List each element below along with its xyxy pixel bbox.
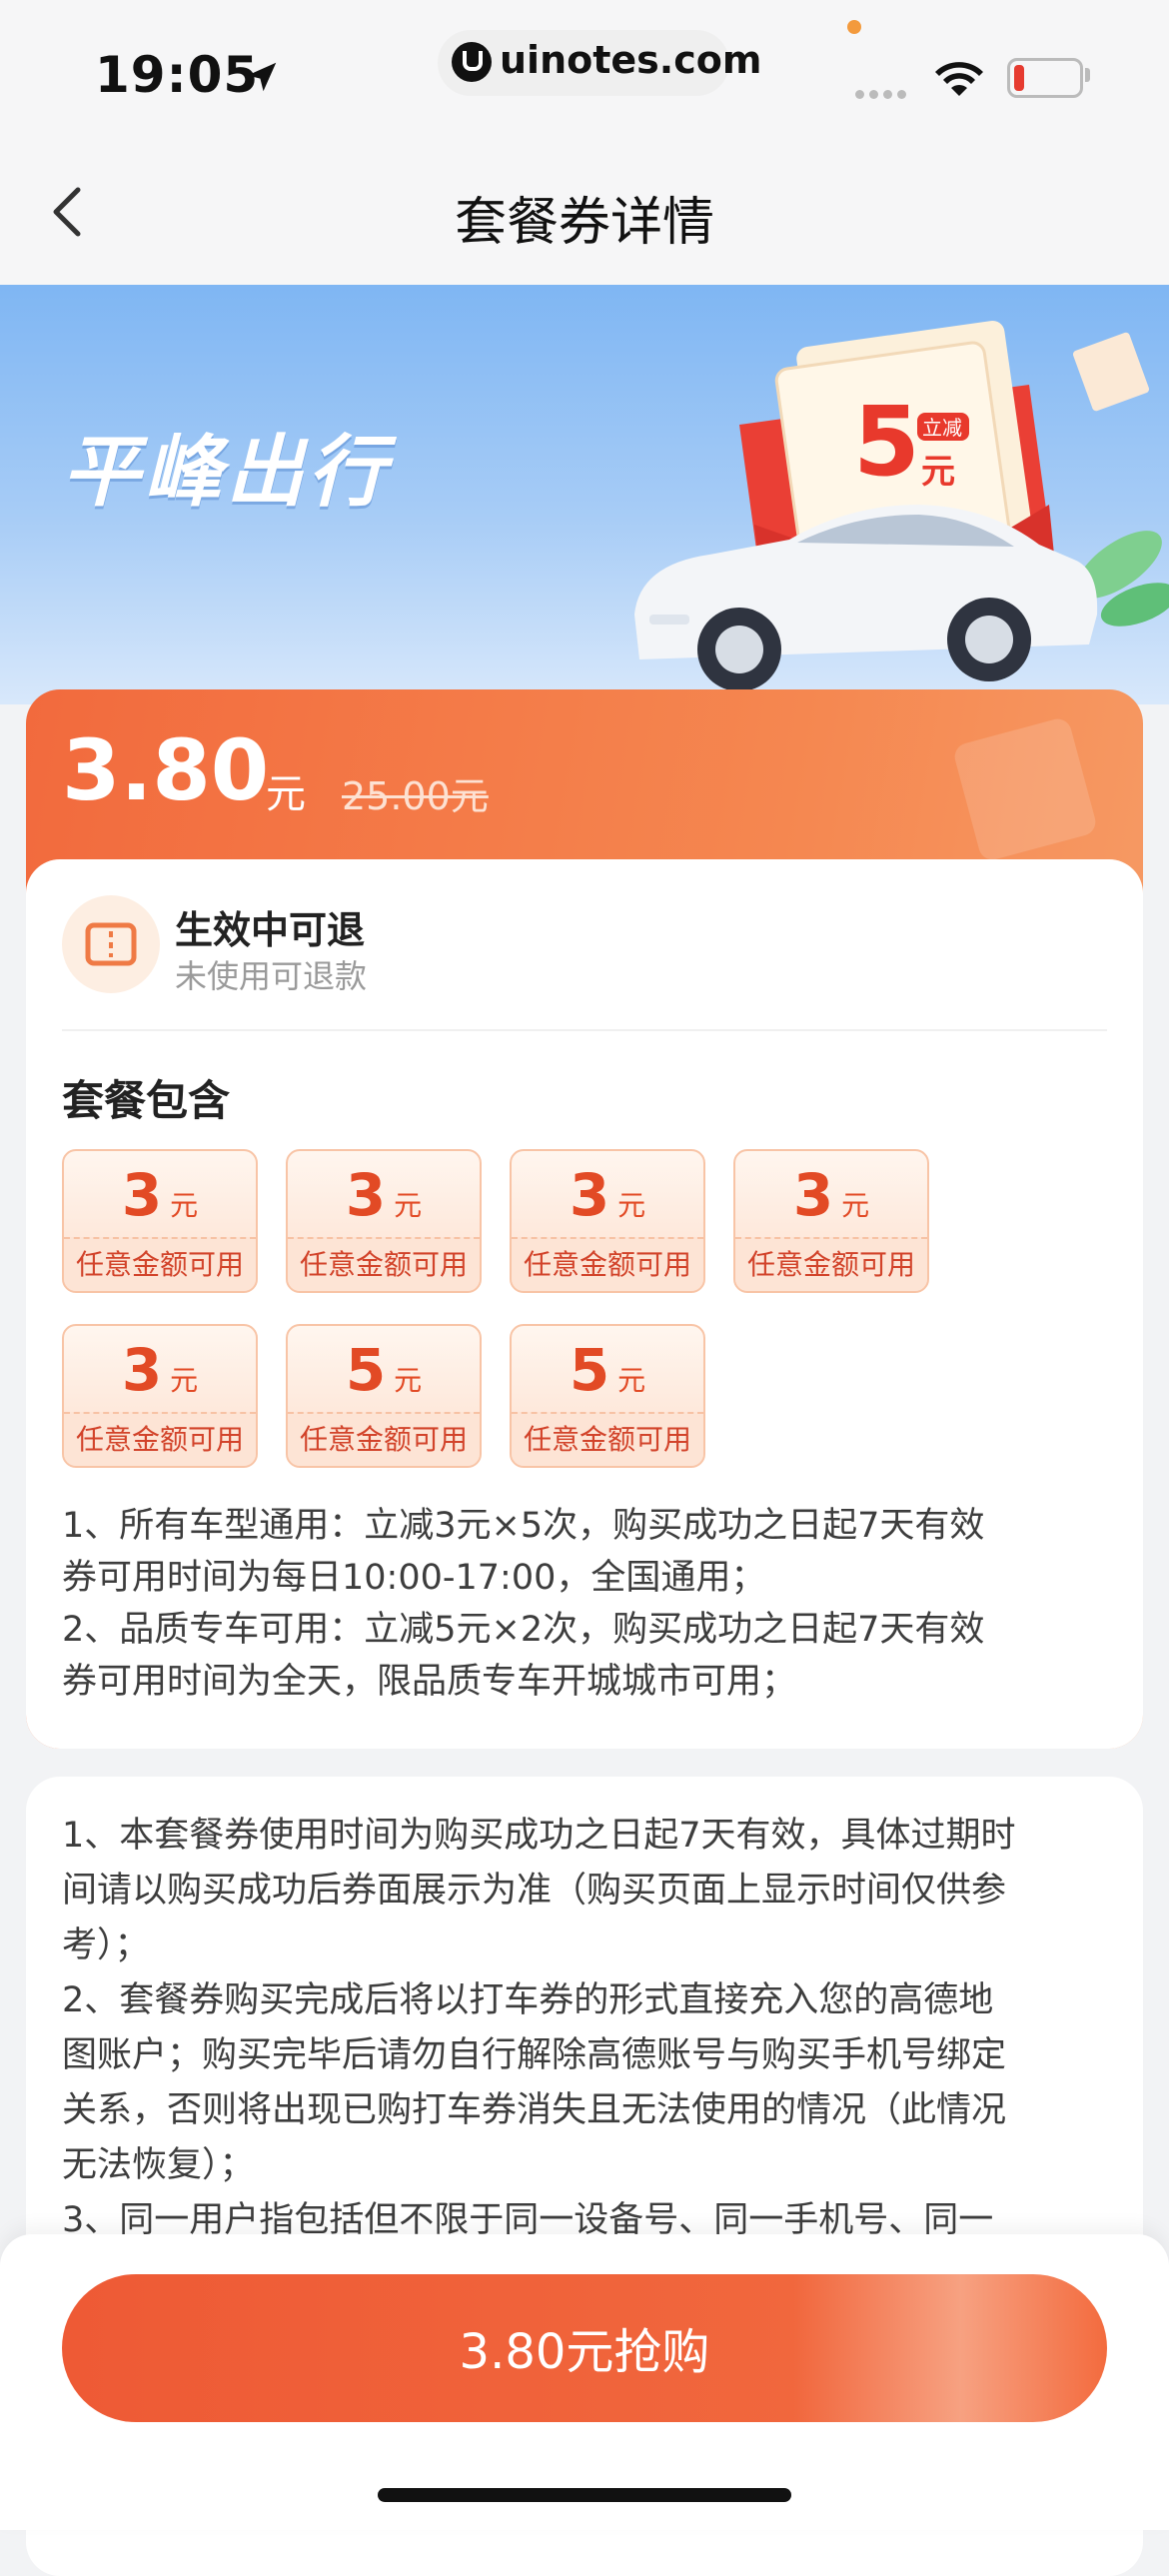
coupon-amount: 3 [792,1161,834,1229]
coupon-unit: 元 [170,1189,199,1222]
coupon-condition: 任意金额可用 [64,1412,256,1466]
battery-tip [1085,68,1090,82]
package-rule-line: 1、所有车型通用：立减3元×5次，购买成功之日起7天有效 [62,1506,985,1546]
current-price-unit: 元 [266,771,306,817]
usage-note-line: 间请以购买成功后券面展示为准（购买页面上显示时间仅供参 [62,1871,1007,1911]
coupon-amount: 5 [345,1336,387,1404]
nav-bar: 套餐券详情 [0,140,1169,285]
package-rule-line: 2、品质专车可用：立减5元×2次，购买成功之日起7天有效 [62,1610,985,1650]
original-price: 25.00元 [342,774,489,818]
red-envelope-car-illustration: 5 立减 元 [634,321,1169,691]
banner-title: 平峰出行 [62,428,391,518]
coupon-condition: 任意金额可用 [64,1237,256,1291]
coupon-tile[interactable]: 3元 任意金额可用 [510,1149,705,1293]
coupon-condition: 任意金额可用 [512,1237,703,1291]
coupon-tile[interactable]: 5元 任意金额可用 [510,1324,705,1468]
wifi-icon [935,62,983,96]
package-section-title: 套餐包含 [62,1076,231,1125]
site-logo-icon [452,42,492,82]
coupon-condition: 任意金额可用 [288,1237,480,1291]
privacy-indicator-dot [847,20,861,34]
coupon-condition: 任意金额可用 [735,1237,927,1291]
coupon-unit: 元 [394,1189,423,1222]
coupon-condition: 任意金额可用 [512,1412,703,1466]
current-price: 3.80 [62,721,270,819]
coupon-amount: 5 [569,1336,610,1404]
location-arrow-icon [247,62,277,92]
coupon-unit: 元 [394,1364,423,1397]
coupon-unit: 元 [170,1364,199,1397]
battery-icon [1007,58,1083,98]
cellular-signal-icon [855,84,911,103]
coupon-amount: 3 [121,1336,163,1404]
usage-note-line: 无法恢复）； [62,2145,255,2185]
coupon-tile[interactable]: 3元 任意金额可用 [733,1149,929,1293]
buy-button[interactable]: 3.80元抢购 [62,2274,1107,2422]
usage-note-line: 关系，否则将出现已购打车券消失且无法使用的情况（此情况 [62,2090,1007,2130]
usage-note-line: 图账户；购买完毕后请勿自行解除高德账号与购买手机号绑定 [62,2035,1007,2075]
envelope-badge: 立减 [922,416,962,440]
coupon-tile[interactable]: 3元 任意金额可用 [286,1149,482,1293]
envelope-unit: 元 [921,452,955,492]
status-bar: 19:05 uinotes.com [0,0,1169,140]
usage-note-line: 2、套餐券购买完成后将以打车券的形式直接充入您的高德地 [62,1980,994,2020]
refund-status-subtitle: 未使用可退款 [175,957,368,995]
status-time: 19:05 [95,46,260,104]
envelope-amount: 5 [853,386,920,498]
coupon-unit: 元 [841,1189,870,1222]
divider [62,1029,1107,1031]
coupon-amount: 3 [345,1161,387,1229]
buy-button-label: 3.80元抢购 [459,2324,710,2380]
home-indicator[interactable] [378,2488,791,2502]
coupon-tile[interactable]: 5元 任意金额可用 [286,1324,482,1468]
decorative-envelope-icon [954,718,1096,860]
coupon-tile[interactable]: 3元 任意金额可用 [62,1324,258,1468]
coupon-unit: 元 [617,1189,646,1222]
refund-ticket-icon [62,895,160,993]
url-text: uinotes.com [500,38,762,82]
refund-status-title: 生效中可退 [175,908,366,952]
coupon-condition: 任意金额可用 [288,1412,480,1466]
coupon-unit: 元 [617,1364,646,1397]
usage-note-line: 考）； [62,1926,150,1965]
package-rule-line: 券可用时间为全天，限品质专车开城城市可用； [62,1662,797,1702]
hero-banner: 平峰出行 5 立减 元 [0,285,1169,704]
coupon-amount: 3 [569,1161,610,1229]
usage-notes: 1、本套餐券使用时间为购买成功之日起7天有效，具体过期时 间请以购买成功后券面展… [62,1809,1111,2248]
page-title: 套餐券详情 [454,193,714,253]
coupon-amount: 3 [121,1161,163,1229]
coupon-tile[interactable]: 3元 任意金额可用 [62,1149,258,1293]
usage-note-line: 1、本套餐券使用时间为购买成功之日起7天有效，具体过期时 [62,1816,1016,1856]
package-rule-line: 券可用时间为每日10:00-17:00，全国通用； [62,1558,766,1598]
